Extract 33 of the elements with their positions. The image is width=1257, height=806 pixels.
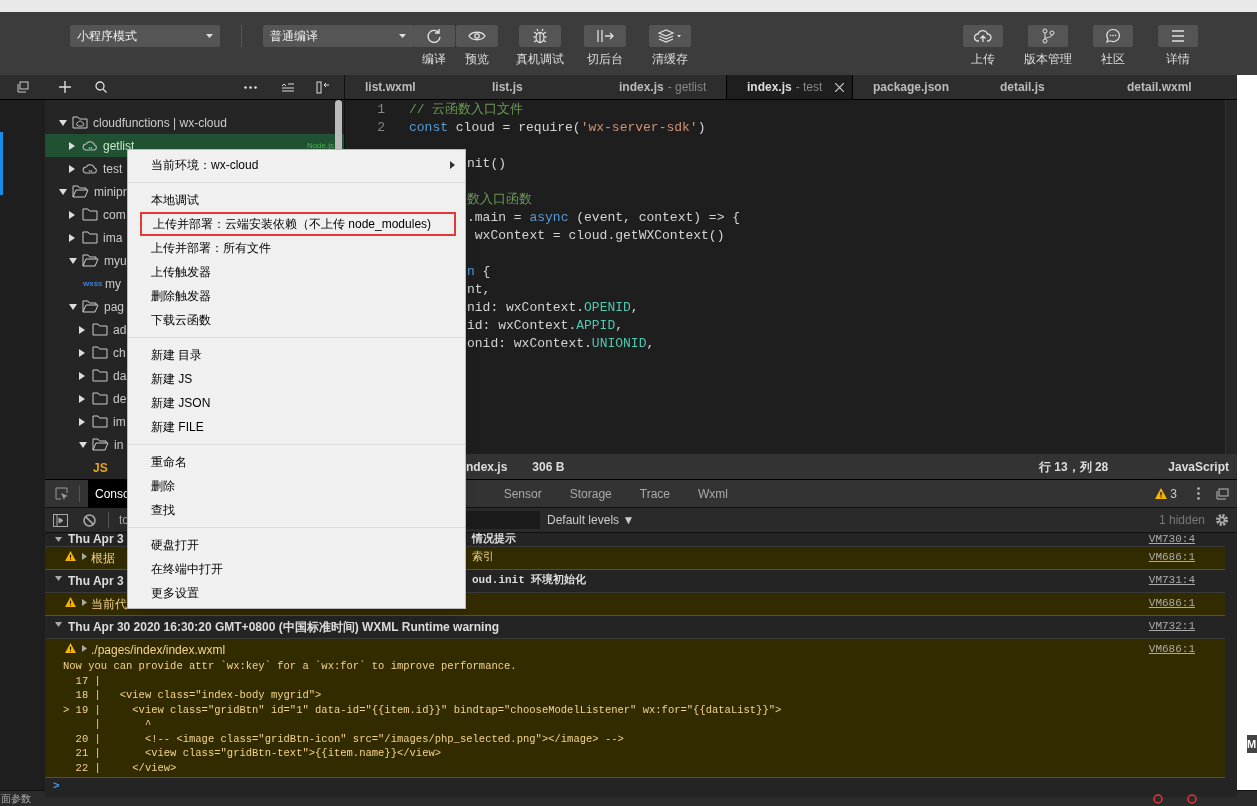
- warning-count: 3: [1170, 485, 1177, 503]
- status-text: 面参数: [0, 792, 31, 806]
- code-line: 数入口函数: [467, 191, 532, 210]
- code-line: nid: wxContext.OPENID,: [467, 299, 639, 318]
- code-line: id: wxContext.APPID,: [467, 317, 624, 336]
- code-line: nt,: [467, 281, 491, 300]
- code-line: nit(): [467, 155, 506, 174]
- code-line: .main = async (event, context) => {: [467, 209, 741, 228]
- file-name: ndex.js: [466, 458, 508, 476]
- cursor-position: 行 13，列 28: [1038, 458, 1109, 476]
- code-line: const cloud = require('wx-server-sdk'): [409, 119, 706, 138]
- runtime-tag: Node.js: [306, 139, 334, 152]
- log-message: ./pages/index/index.wxml: [91, 642, 227, 659]
- log-message: oud.init 环境初始化: [472, 572, 587, 588]
- code-snippet: Now you can provide attr `wx:key` for a `wx:for` to improve performance. 17 | 18 | <view class="index-body mygrid"> > 19 | <view class="gridBtn" id="1" data-id="{{item.id}}" bindtap="chooseModelListener" wx:for="{{dataList}}"> | ^ 20 | <!-- <image class="gridBtn-icon" src="/images/php_selected.png"></image> --> 21 | <view class="gridBtn-text">{{item.name}}</view> 22 | </view>: [63, 659, 782, 775]
- log-message: 情况提示: [472, 533, 516, 546]
- log-message: Thu Apr 3: [68, 573, 124, 590]
- code-line: // 云函数入口文件: [409, 101, 524, 120]
- line-number: 2: [376, 119, 385, 138]
- log-message: 当前代: [91, 596, 127, 613]
- file-type-label: wxss: [83, 277, 104, 290]
- log-message: 根据: [91, 550, 115, 567]
- hidden-count: 1 hidden: [1158, 512, 1205, 529]
- language-label: JavaScript: [1168, 458, 1229, 476]
- side-label: M: [1247, 735, 1257, 753]
- line-number: 1: [376, 101, 385, 120]
- log-message: Thu Apr 3: [68, 533, 124, 546]
- file-size: 306 B: [532, 458, 565, 476]
- log-message: 索引: [472, 549, 494, 565]
- code-line: onid: wxContext.UNIONID,: [467, 335, 655, 354]
- log-message: Thu Apr 30 2020 16:30:20 GMT+0800 (中国标准时间) WXML Runtime warning: [68, 619, 500, 636]
- code-line: wxContext = cloud.getWXContext(): [473, 227, 725, 246]
- code-line: n {: [467, 263, 491, 282]
